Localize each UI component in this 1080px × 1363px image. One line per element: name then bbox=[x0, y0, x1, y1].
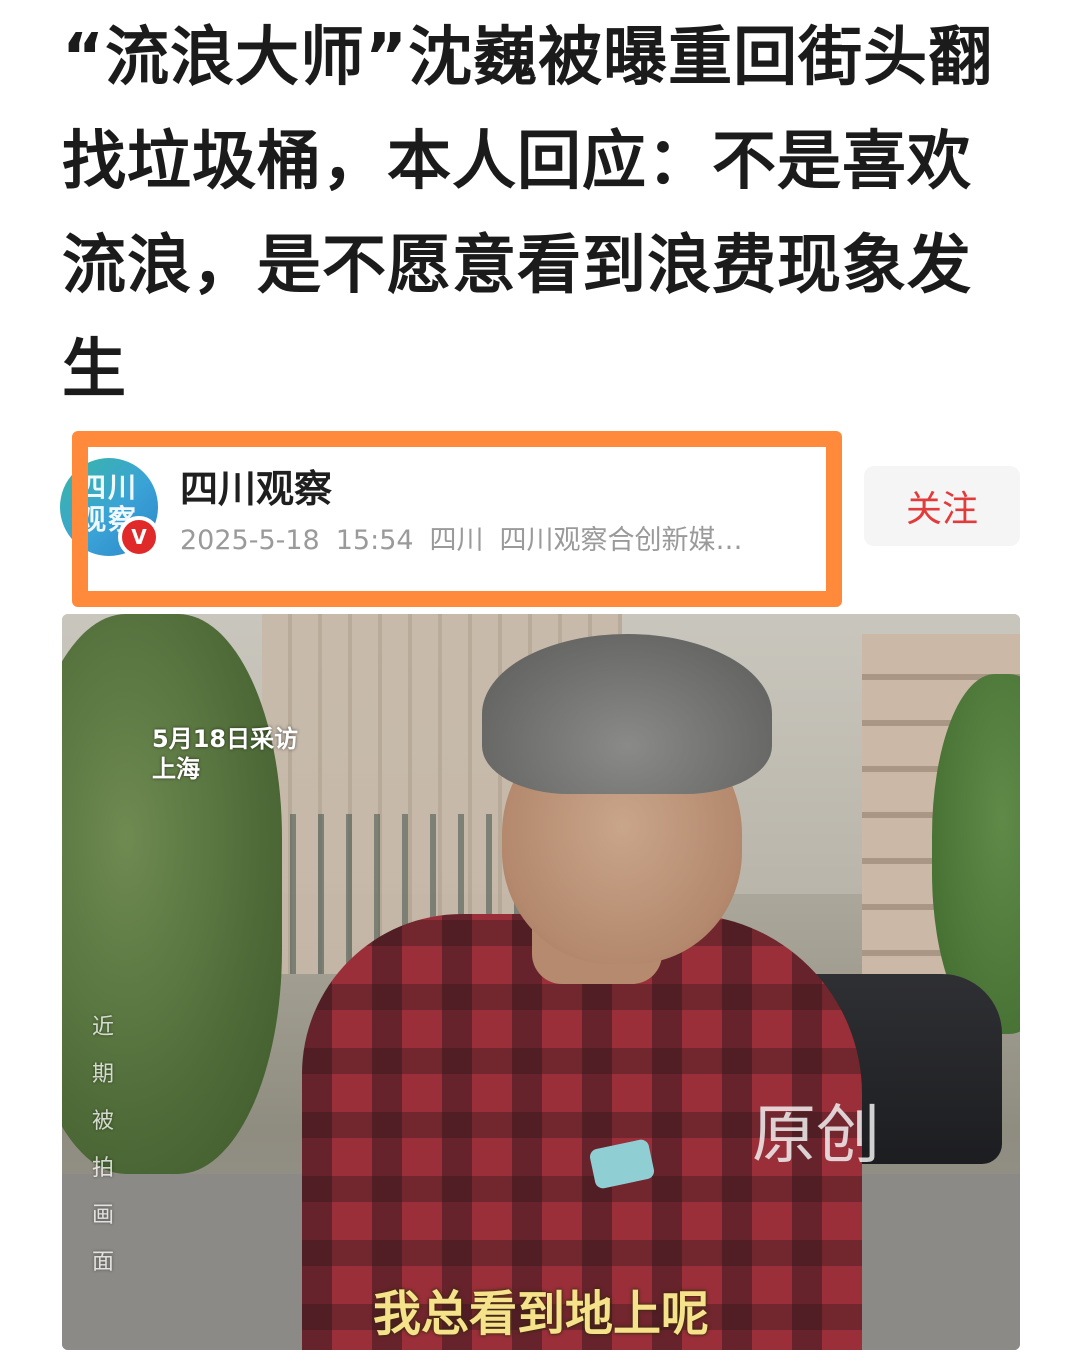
article-title: “流浪大师”沈巍被曝重回街头翻找垃圾桶，本人回应：不是喜欢流浪，是不愿意看到浪费… bbox=[62, 21, 994, 407]
author-highlight-box bbox=[72, 431, 842, 607]
image-overlay-date: 5月18日采访 上海 bbox=[152, 725, 299, 783]
image-vertical-caption: 近期被拍画面 bbox=[92, 1015, 115, 1275]
image-watermark: 原创 bbox=[752, 1099, 880, 1173]
follow-button[interactable]: 关注 bbox=[864, 466, 1020, 546]
article-image[interactable]: 5月18日采访 上海 近期被拍画面 原创 我总看到地上呢 bbox=[62, 614, 1020, 1350]
video-subtitle: 我总看到地上呢 bbox=[372, 1286, 709, 1342]
